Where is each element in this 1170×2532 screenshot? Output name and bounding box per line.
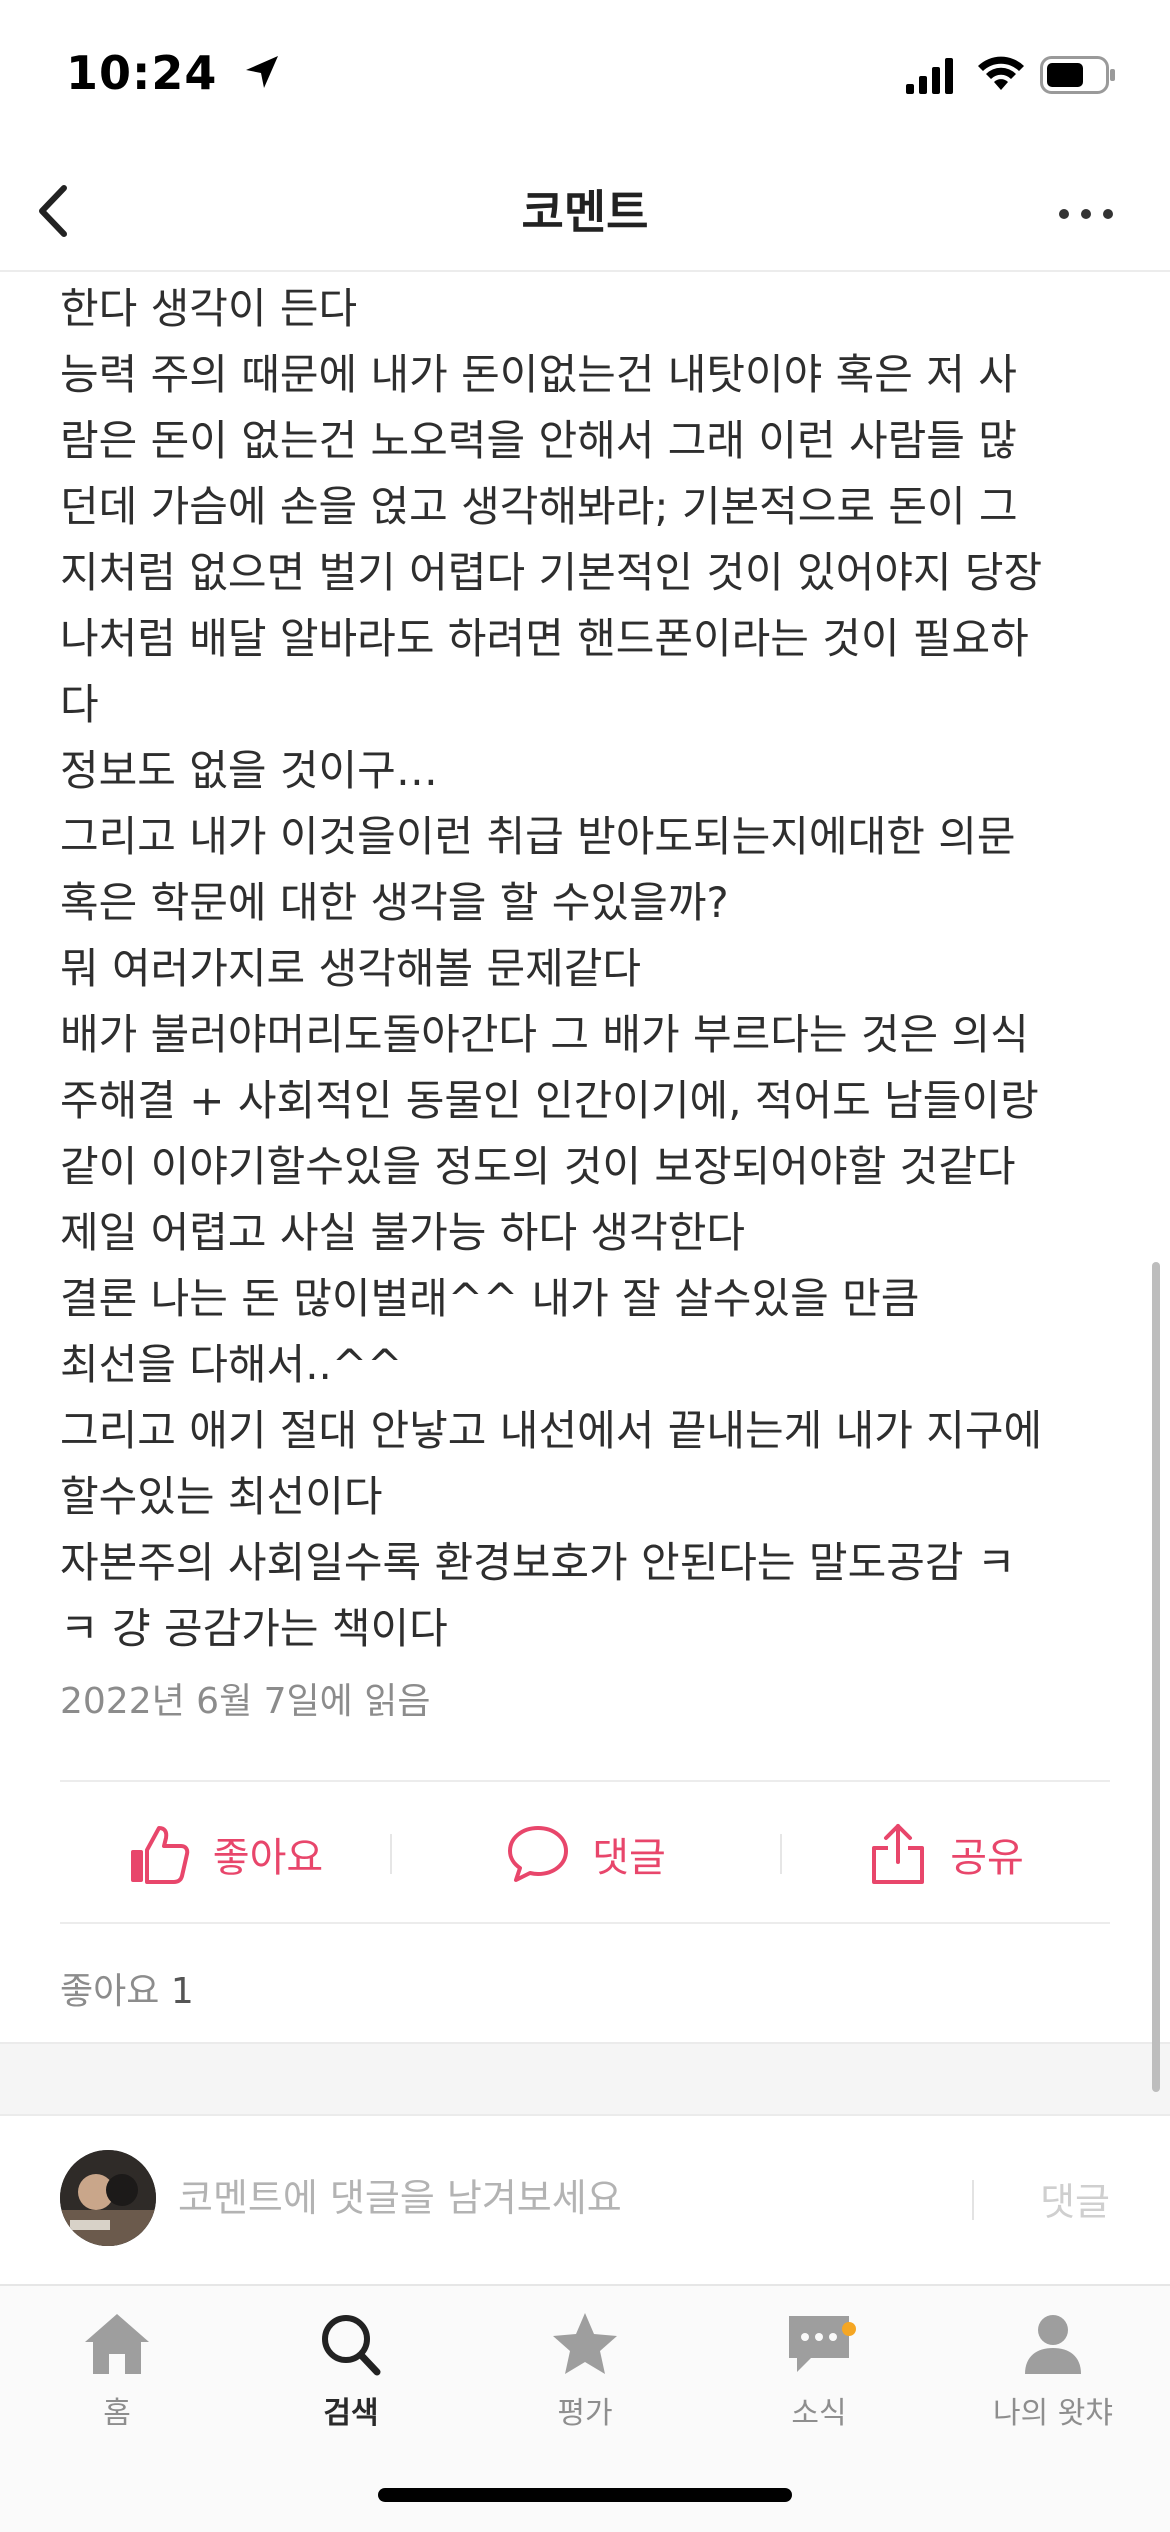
reply-bar: 댓글 <box>0 2116 1170 2284</box>
comment-line: 한다 생각이 든다 <box>60 284 358 333</box>
comment-line: 람은 돈이 없는건 노오력을 안해서 그래 이런 사람들 많 <box>60 416 1017 465</box>
comment-line: 주해결 + 사회적인 동물인 인간이기에, 적어도 남들이랑 <box>60 1076 1039 1125</box>
section-separator <box>0 2042 1170 2116</box>
page-title: 코멘트 <box>521 185 649 239</box>
reply-submit-button[interactable]: 댓글 <box>1000 2160 1110 2236</box>
status-time: 10:24 <box>66 46 218 100</box>
tab-label: 평가 <box>557 2396 613 2431</box>
like-button[interactable]: 좋아요 <box>60 1784 390 1924</box>
share-button[interactable]: 공유 <box>782 1784 1110 1924</box>
likes-number: 1 <box>170 1971 194 2012</box>
home-icon <box>85 2314 149 2374</box>
more-options-button[interactable] <box>1054 176 1118 246</box>
tab-my-watcha[interactable]: 나의 왓챠 <box>936 2304 1170 2464</box>
tab-label: 검색 <box>323 2396 379 2431</box>
person-icon <box>1025 2315 1081 2374</box>
comment-line: 배가 불러야머리도돌아간다 그 배가 부르다는 것은 의식 <box>60 1010 1029 1059</box>
action-row: 좋아요 댓글 공유 <box>60 1784 1110 1924</box>
share-label: 공유 <box>950 1835 1024 1881</box>
comment-line: 뭐 여러가지로 생각해볼 문제같다 <box>60 944 642 993</box>
comment-line: 다 <box>60 680 99 729</box>
comment-line: ㅋ 걍 공감가는 책이다 <box>60 1604 448 1653</box>
like-label: 좋아요 <box>212 1835 324 1881</box>
speech-bubble-icon <box>508 1826 569 1882</box>
divider <box>60 1922 1110 1924</box>
scrollbar[interactable] <box>1152 1262 1160 2092</box>
thumbs-up-icon <box>130 1826 190 1884</box>
avatar <box>60 2150 156 2246</box>
comment-line: 나처럼 배달 알바라도 하려면 핸드폰이라는 것이 필요하 <box>60 614 1029 663</box>
wifi-icon <box>978 56 1024 90</box>
status-bar: 10:24 <box>0 0 1170 150</box>
tab-news[interactable]: 소식 <box>702 2304 936 2464</box>
tab-label: 홈 <box>103 2396 131 2431</box>
comment-line: 결론 나는 돈 많이벌래^^ 내가 잘 살수있을 만큼 <box>60 1274 920 1323</box>
home-indicator <box>378 2488 792 2502</box>
reply-separator <box>972 2180 974 2220</box>
cellular-signal-icon <box>906 58 953 94</box>
comment-label: 댓글 <box>592 1835 666 1881</box>
comment-line: 던데 가슴에 손을 얹고 생각해봐라; 기본적으로 돈이 그 <box>60 482 1018 531</box>
chat-bubble-icon <box>789 2316 849 2372</box>
comment-line: 그리고 내가 이것을이런 취급 받아도되는지에대한 의문 <box>60 812 1016 861</box>
comment-line: 자본주의 사회일수록 환경보호가 안된다는 말도공감 ㅋ <box>60 1538 1016 1587</box>
comment-line: 할수있는 최선이다 <box>60 1472 383 1521</box>
tab-home[interactable]: 홈 <box>0 2304 234 2464</box>
comment-body: 한다 생각이 든다 능력 주의 때문에 내가 돈이없는건 내탓이야 혹은 저 사… <box>60 276 1120 1662</box>
reply-input[interactable] <box>178 2166 938 2230</box>
comment-line: 같이 이야기할수있을 정도의 것이 보장되어야할 것같다 <box>60 1142 1016 1191</box>
comment-line: 정보도 없을 것이구… <box>60 746 438 795</box>
tab-label: 소식 <box>791 2396 847 2431</box>
nav-bar: 코멘트 <box>0 150 1170 272</box>
notification-dot <box>842 2322 856 2336</box>
tab-rate[interactable]: 평가 <box>468 2304 702 2464</box>
read-date: 2022년 6월 7일에 읽음 <box>60 1681 431 1722</box>
comment-line: 제일 어렵고 사실 불가능 하다 생각한다 <box>60 1208 745 1257</box>
tab-search[interactable]: 검색 <box>234 2304 468 2464</box>
star-icon <box>553 2313 617 2374</box>
battery-icon <box>1040 56 1115 94</box>
tab-label: 나의 왓챠 <box>993 2396 1113 2431</box>
comment-line: 혹은 학문에 대한 생각을 할 수있을까? <box>60 878 729 927</box>
likes-count[interactable]: 좋아요 1 <box>60 1962 194 2014</box>
share-icon <box>872 1824 925 1884</box>
search-icon <box>322 2315 381 2376</box>
comment-line: 그리고 애기 절대 안낳고 내선에서 끝내는게 내가 지구에 <box>60 1406 1043 1455</box>
comment-line: 최선을 다해서..^^ <box>60 1340 403 1389</box>
divider <box>60 1780 1110 1782</box>
location-arrow-icon <box>246 56 278 88</box>
likes-label: 좋아요 <box>60 1971 160 2012</box>
comment-line: 지처럼 없으면 벌기 어렵다 기본적인 것이 있어야지 당장 <box>60 548 1043 597</box>
comment-line: 능력 주의 때문에 내가 돈이없는건 내탓이야 혹은 저 사 <box>60 350 1017 399</box>
comment-button[interactable]: 댓글 <box>392 1784 780 1924</box>
